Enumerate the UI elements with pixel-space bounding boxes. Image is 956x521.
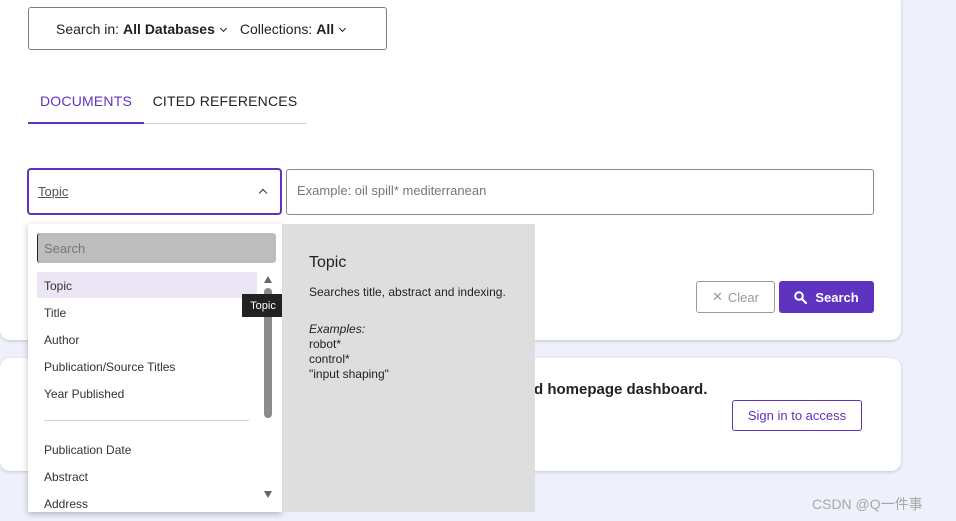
close-icon: ✕ [712, 289, 723, 304]
option-title[interactable]: Title [37, 299, 257, 325]
example-item: robot* [309, 337, 342, 351]
database-selector-bar: Search in: All Databases Collections: All [28, 7, 387, 50]
option-year-published[interactable]: Year Published [37, 380, 257, 406]
watermark: CSDN @Q一件事 [812, 496, 923, 512]
field-select[interactable]: Topic [27, 168, 282, 215]
search-tabs: DOCUMENTS CITED REFERENCES [28, 82, 306, 124]
promo-text: d homepage dashboard. [534, 381, 708, 398]
option-publication-date[interactable]: Publication Date [37, 436, 257, 462]
option-tooltip: Topic [242, 294, 284, 317]
scroll-up-arrow[interactable] [264, 276, 272, 283]
search-in-selector[interactable]: Search in: All Databases [56, 21, 227, 37]
field-dropdown: Search Topic Title Author Publication/So… [28, 224, 282, 512]
query-input[interactable]: Example: oil spill* mediterranean [286, 169, 874, 215]
chevron-down-icon [339, 24, 347, 32]
option-author[interactable]: Author [37, 326, 257, 352]
option-address[interactable]: Address [37, 490, 257, 512]
search-button[interactable]: Search [779, 281, 874, 313]
option-abstract[interactable]: Abstract [37, 463, 257, 489]
option-topic[interactable]: Topic [37, 272, 257, 298]
field-description-panel: Topic Searches title, abstract and index… [282, 224, 535, 512]
description-text: Searches title, abstract and indexing. [309, 285, 506, 299]
tab-documents[interactable]: DOCUMENTS [28, 82, 144, 124]
scroll-down-arrow[interactable] [264, 491, 272, 498]
tab-cited-references[interactable]: CITED REFERENCES [144, 82, 306, 124]
dropdown-search-input[interactable]: Search [37, 233, 276, 263]
description-title: Topic [309, 254, 347, 271]
chevron-up-icon [258, 188, 268, 198]
clear-button[interactable]: ✕ Clear [696, 281, 775, 313]
examples-label: Examples: [309, 322, 366, 336]
field-select-value: Topic [38, 184, 69, 199]
collections-selector[interactable]: Collections: All [240, 21, 347, 37]
sign-in-button[interactable]: Sign in to access [732, 400, 862, 431]
chevron-down-icon [219, 24, 227, 32]
search-icon [794, 290, 808, 304]
option-publication-source-titles[interactable]: Publication/Source Titles [37, 353, 257, 379]
example-item: "input shaping" [309, 367, 389, 381]
example-item: control* [309, 352, 350, 366]
divider [44, 420, 249, 421]
